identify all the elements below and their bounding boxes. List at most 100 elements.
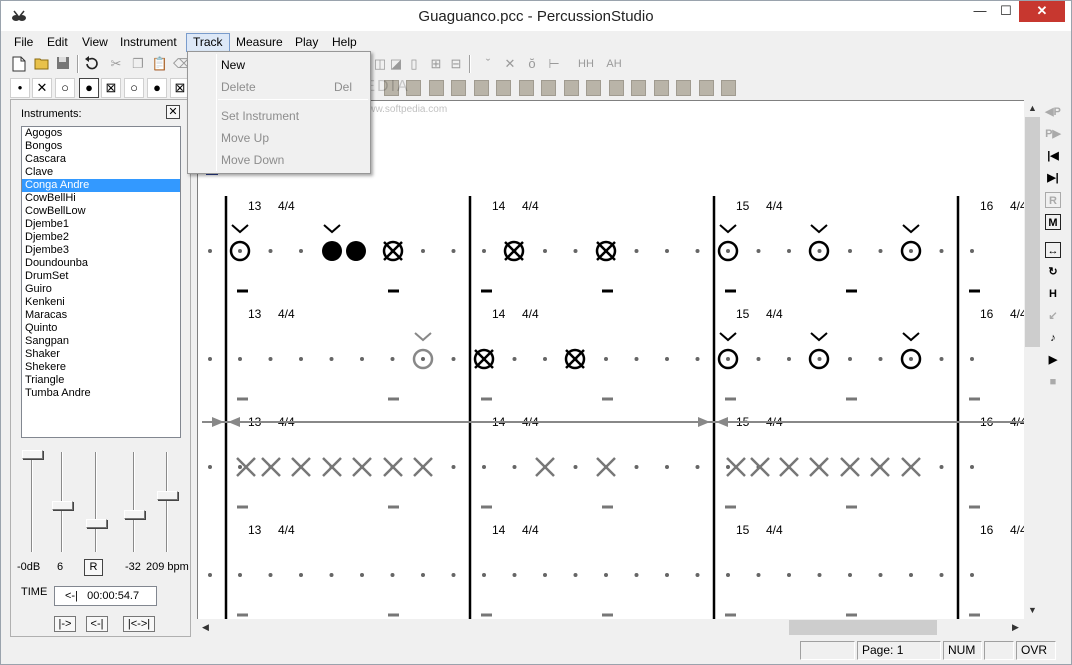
remove-accent-icon[interactable]: ✕ — [501, 55, 519, 73]
list-item[interactable]: Maracas — [22, 309, 180, 322]
list-item[interactable]: Triangle — [22, 374, 180, 387]
palette-cell[interactable] — [631, 80, 646, 96]
list-item[interactable]: DrumSet — [22, 270, 180, 283]
palette-cell[interactable] — [496, 80, 511, 96]
menu-file[interactable]: File — [8, 33, 39, 52]
list-item[interactable]: Cascara — [22, 153, 180, 166]
loop-range-button[interactable]: |<->| — [123, 616, 155, 632]
tool-icon-b[interactable]: ◪ — [387, 55, 405, 73]
palette-cell[interactable] — [721, 80, 736, 96]
minimize-button[interactable]: — — [967, 1, 993, 22]
palette-cell[interactable] — [654, 80, 669, 96]
list-item[interactable]: Djembe2 — [22, 231, 180, 244]
close-button[interactable]: ✕ — [1019, 1, 1065, 22]
palette-cell[interactable] — [609, 80, 624, 96]
menu-edit[interactable]: Edit — [41, 33, 74, 52]
tool-icon-d[interactable]: ⊞ — [427, 55, 445, 73]
next-page-icon[interactable]: P▶ — [1045, 126, 1061, 142]
list-item[interactable]: CowBellHi — [22, 192, 180, 205]
open-folder-icon[interactable] — [33, 55, 51, 73]
new-file-icon[interactable] — [11, 55, 29, 73]
go-end-button[interactable]: |-> — [54, 616, 76, 632]
go-start-button[interactable]: <-| — [86, 616, 108, 632]
reset-slider-thumb[interactable] — [86, 519, 107, 528]
menu-instrument[interactable]: Instrument — [114, 33, 183, 52]
menu-item-move-down[interactable]: Move Down — [221, 153, 284, 167]
menu-view[interactable]: View — [76, 33, 114, 52]
palette-cell[interactable] — [451, 80, 466, 96]
go-first-icon[interactable]: |◀ — [1045, 148, 1061, 164]
ah-button[interactable]: AH — [601, 55, 627, 73]
menu-help[interactable]: Help — [326, 33, 363, 52]
r-toggle-icon[interactable]: R — [1045, 192, 1061, 208]
stroke-dot-button[interactable]: • — [10, 78, 30, 98]
reset-button[interactable]: R — [84, 559, 103, 576]
play-icon[interactable]: ▶ — [1045, 352, 1061, 368]
menu-item-move-up[interactable]: Move Up — [221, 131, 269, 145]
menu-item-delete[interactable]: Delete — [221, 80, 256, 94]
menu-play[interactable]: Play — [289, 33, 324, 52]
scroll-down-icon[interactable]: ▼ — [1024, 602, 1041, 619]
list-item[interactable]: Bongos — [22, 140, 180, 153]
menu-item-new[interactable]: New — [221, 58, 245, 72]
h-tool-icon[interactable]: H — [1045, 286, 1061, 302]
menu-measure[interactable]: Measure — [230, 33, 289, 52]
horizontal-scroll-thumb[interactable] — [789, 620, 937, 635]
list-item[interactable]: Guiro — [22, 283, 180, 296]
instrument-list[interactable]: Agogos Bongos Cascara Clave Conga Andre CowBe… — [21, 126, 181, 438]
vertical-scroll-thumb[interactable] — [1025, 117, 1040, 347]
hh-button[interactable]: HH — [573, 55, 599, 73]
accent-icon[interactable]: ˇ — [479, 55, 497, 73]
stroke-slap-alt-button[interactable]: ● — [147, 78, 167, 98]
stroke-x-button[interactable]: ✕ — [32, 78, 52, 98]
open-accent-icon[interactable]: ŏ — [523, 55, 541, 73]
cut-icon[interactable]: ✂ — [107, 55, 125, 73]
tool-icon-c[interactable]: ▯ — [405, 55, 423, 73]
m-toggle-icon[interactable]: M — [1045, 214, 1061, 230]
list-item[interactable]: Agogos — [22, 127, 180, 140]
palette-cell[interactable] — [519, 80, 534, 96]
palette-cell[interactable] — [699, 80, 714, 96]
prev-page-icon[interactable]: ◀P — [1045, 104, 1061, 120]
list-item[interactable]: Doundounba — [22, 257, 180, 270]
stroke-muted-button[interactable]: ⊠ — [101, 78, 121, 98]
tool-icon-e[interactable]: ⊟ — [447, 55, 465, 73]
menu-item-set-instrument[interactable]: Set Instrument — [221, 109, 299, 123]
list-item[interactable]: Tumba Andre — [22, 387, 180, 400]
menu-track[interactable]: Track — [186, 33, 230, 52]
list-item[interactable]: Conga Andre — [22, 179, 180, 192]
palette-cell[interactable] — [676, 80, 691, 96]
palette-cell[interactable] — [541, 80, 556, 96]
list-item[interactable]: Djembe3 — [22, 244, 180, 257]
palette-cell[interactable] — [474, 80, 489, 96]
palette-cell[interactable] — [586, 80, 601, 96]
list-item[interactable]: Clave — [22, 166, 180, 179]
list-item[interactable]: Shaker — [22, 348, 180, 361]
palette-cell[interactable] — [429, 80, 444, 96]
copy-icon[interactable]: ❐ — [129, 55, 147, 73]
palette-cell[interactable] — [564, 80, 579, 96]
tempo-slider-thumb[interactable] — [157, 491, 178, 501]
list-item[interactable]: Kenkeni — [22, 296, 180, 309]
stroke-open-button[interactable]: ○ — [55, 78, 75, 98]
offset-slider-thumb[interactable] — [124, 509, 145, 519]
score-canvas[interactable]: 13 4/4 14 4/4 15 4/4 16 4/4 13 4/4 14 4/4 15 4/4 16 4/4… — [198, 101, 1024, 619]
scroll-right-icon[interactable]: ▶ — [1007, 619, 1024, 636]
list-item[interactable]: Sangpan — [22, 335, 180, 348]
undo-icon[interactable] — [83, 55, 101, 73]
stop-icon[interactable]: ■ — [1045, 374, 1061, 390]
go-last-icon[interactable]: ▶| — [1045, 170, 1061, 186]
maximize-button[interactable]: ☐ — [993, 1, 1019, 22]
scroll-up-icon[interactable]: ▲ — [1024, 100, 1041, 117]
fit-width-icon[interactable]: ↔ — [1045, 242, 1061, 258]
horizontal-scrollbar[interactable]: ◀ ▶ — [197, 619, 1024, 636]
pencil-icon[interactable]: ↙ — [1045, 308, 1061, 324]
vertical-scrollbar[interactable]: ▲ ▼ — [1024, 100, 1041, 619]
volume-slider-thumb[interactable] — [22, 450, 43, 459]
list-item[interactable]: CowBellLow — [22, 205, 180, 218]
stroke-slap-button[interactable]: ● — [79, 78, 99, 98]
list-item[interactable]: Djembe1 — [22, 218, 180, 231]
loop-icon[interactable]: ↻ — [1045, 264, 1061, 280]
half-open-icon[interactable]: ⊢ — [545, 55, 563, 73]
close-panel-icon[interactable]: ✕ — [166, 105, 180, 119]
